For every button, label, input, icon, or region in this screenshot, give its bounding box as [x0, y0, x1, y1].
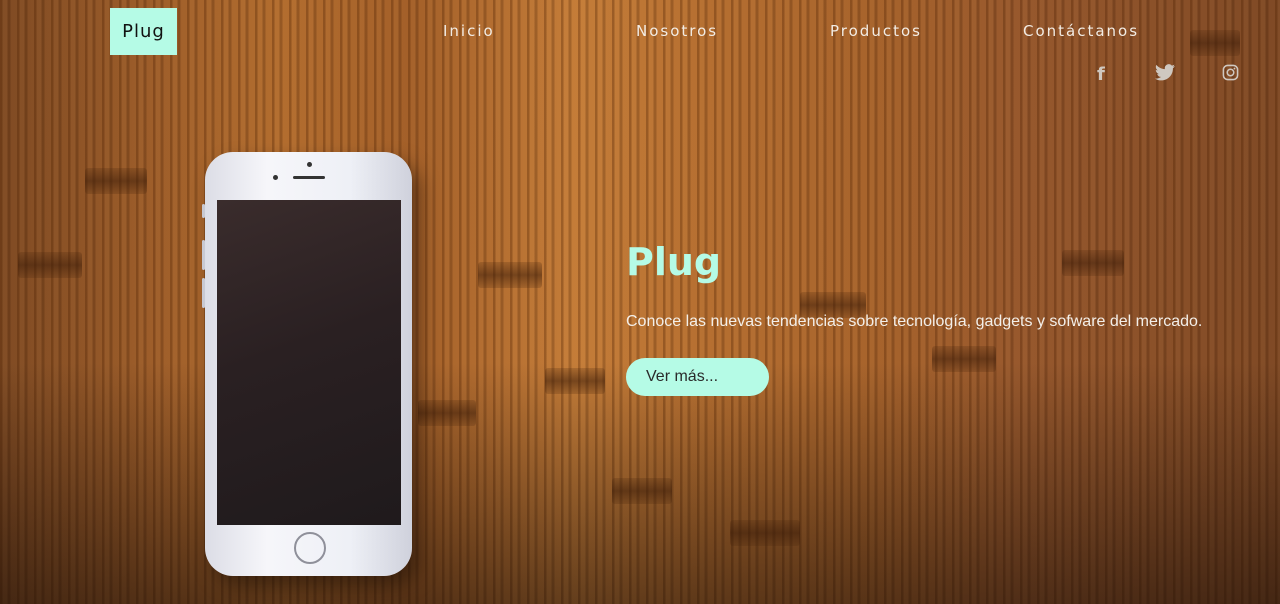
wood-knot [1062, 250, 1124, 276]
hero-section: Plug Inicio Nosotros Productos Contáctan… [0, 0, 1280, 604]
logo[interactable]: Plug [110, 8, 177, 55]
wood-knot [730, 520, 800, 546]
wood-knot [545, 368, 605, 394]
nav-productos[interactable]: Productos [830, 22, 922, 40]
nav-contactanos[interactable]: Contáctanos [1023, 22, 1139, 40]
phone-sensor [273, 175, 278, 180]
phone-image [202, 152, 412, 576]
wood-knot [418, 400, 476, 426]
wood-knot [478, 262, 542, 288]
facebook-icon[interactable]: f [1097, 64, 1105, 85]
phone-side-button [202, 278, 205, 308]
ver-mas-button[interactable]: Ver más... [626, 358, 769, 396]
wood-knot [18, 252, 82, 278]
phone-home-button [294, 532, 326, 564]
phone-screen [217, 200, 401, 525]
wood-knot [85, 168, 147, 194]
wood-knot [612, 478, 672, 504]
nav-nosotros[interactable]: Nosotros [636, 22, 718, 40]
wood-knot [1190, 30, 1240, 56]
phone-side-button [202, 240, 205, 270]
phone-speaker [293, 176, 325, 179]
wood-knot [932, 346, 996, 372]
hero-subtitle: Conoce las nuevas tendencias sobre tecno… [626, 313, 1203, 330]
hero-title: Plug [626, 240, 722, 284]
phone-side-button [202, 204, 205, 218]
instagram-icon[interactable] [1222, 64, 1239, 86]
nav-inicio[interactable]: Inicio [443, 22, 495, 40]
twitter-icon[interactable] [1155, 64, 1175, 86]
phone-camera [307, 162, 312, 167]
